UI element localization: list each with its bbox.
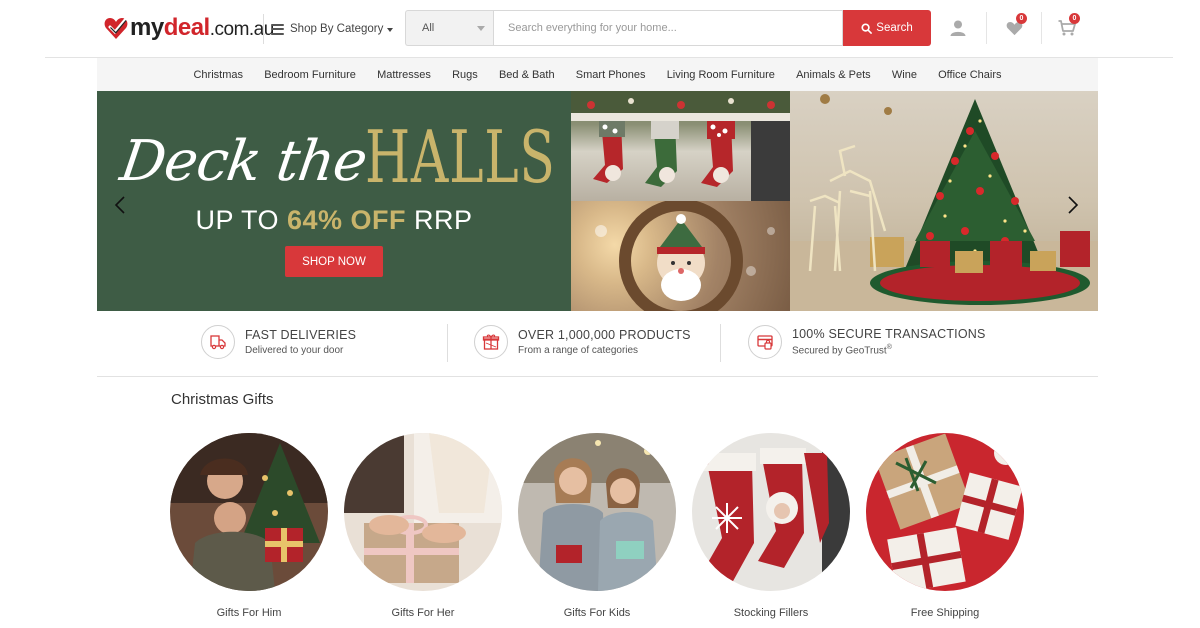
gift-category-label: Stocking Fillers (733, 607, 809, 619)
search-bar: All Search (405, 10, 931, 46)
feature-divider (720, 324, 721, 362)
nav-item-bed-bath[interactable]: Bed & Bath (488, 69, 565, 81)
free-shipping-photo (866, 433, 1024, 591)
registered-mark: ® (886, 344, 892, 352)
section-divider (97, 376, 1098, 377)
christmas-tree-photo (790, 91, 1098, 311)
feature-title: OVER 1,000,000 PRODUCTS (518, 328, 691, 342)
christmas-stockings-photo (571, 91, 790, 201)
gift-category-free-shipping[interactable]: Free Shipping (865, 433, 1025, 619)
feature-title: FAST DELIVERIES (245, 328, 357, 342)
gift-category-her[interactable]: Gifts For Her (343, 433, 503, 619)
carousel-next-arrow-icon[interactable] (1066, 195, 1080, 215)
feature-subtitle: Delivered to your door (245, 345, 344, 356)
feature-secure-transactions: 100% SECURE TRANSACTIONS Secured by GeoT… (748, 325, 986, 359)
search-button-label: Search (876, 22, 913, 34)
banner-headline: HALLS (365, 115, 556, 199)
gift-category-label: Free Shipping (910, 607, 980, 619)
banner-offer-percent: 64% OFF (287, 205, 407, 235)
shop-by-category-button[interactable]: Shop By Category (271, 19, 394, 39)
logo-text-tld: .com.au (209, 19, 275, 40)
gift-box-icon (482, 334, 500, 350)
feature-fast-deliveries: FAST DELIVERIES Delivered to your door (201, 325, 356, 359)
secure-card-icon (757, 335, 773, 350)
banner-promo-panel: Deck the HALLS UP TO 64% OFF RRP SHOP NO… (97, 91, 571, 311)
account-button[interactable] (944, 14, 972, 42)
delivery-truck-icon (210, 335, 226, 350)
gift-category-stocking-fillers[interactable]: Stocking Fillers (691, 433, 851, 619)
feature-title: 100% SECURE TRANSACTIONS (792, 327, 986, 342)
wishlist-button[interactable]: 0 (1000, 13, 1028, 42)
feature-subtitle: From a range of categories (518, 345, 639, 356)
feature-icon-circle (201, 325, 235, 359)
header-separator (1041, 12, 1042, 44)
user-icon (950, 20, 966, 36)
feature-divider (447, 324, 448, 362)
header-divider (263, 14, 264, 44)
search-input[interactable] (493, 10, 843, 46)
gift-category-label: Gifts For Him (216, 607, 282, 619)
christmas-wreath-photo (571, 201, 790, 311)
nav-item-wine[interactable]: Wine (881, 69, 927, 81)
logo-text-my: my (130, 14, 164, 41)
feature-products: OVER 1,000,000 PRODUCTS From a range of … (474, 325, 691, 359)
search-category-value: All (422, 22, 435, 34)
search-icon (861, 22, 873, 34)
hamburger-menu-icon (271, 23, 284, 35)
select-caret-icon (477, 25, 485, 31)
carousel-prev-arrow-icon[interactable] (113, 195, 127, 215)
gift-category-label: Gifts For Kids (563, 607, 631, 619)
gift-category-kids[interactable]: Gifts For Kids (517, 433, 677, 619)
nav-item-mattresses[interactable]: Mattresses (367, 69, 442, 81)
cart-count-badge: 0 (1069, 13, 1080, 24)
hero-banner[interactable]: Deck the HALLS UP TO 64% OFF RRP SHOP NO… (97, 91, 1098, 311)
feature-icon-circle (748, 325, 782, 359)
logo-text-deal: deal (163, 14, 211, 41)
nav-item-christmas[interactable]: Christmas (183, 69, 254, 81)
nav-item-office-chairs[interactable]: Office Chairs (928, 69, 1013, 81)
gifts-for-kids-photo (518, 433, 676, 591)
header-separator (986, 12, 987, 44)
features-strip: FAST DELIVERIES Delivered to your door O… (97, 320, 1098, 376)
nav-item-animals-pets[interactable]: Animals & Pets (786, 69, 882, 81)
heart-check-logo-icon (104, 18, 128, 39)
site-header: mydeal.com.au Shop By Category All Searc… (0, 0, 1200, 57)
banner-offer-prefix: UP TO (195, 205, 287, 235)
feature-subtitle: Secured by GeoTrust® (792, 344, 986, 356)
nav-item-rugs[interactable]: Rugs (441, 69, 488, 81)
feature-subtitle-text: Secured by GeoTrust (792, 345, 887, 357)
search-category-select[interactable]: All (405, 10, 493, 46)
wishlist-count-badge: 0 (1016, 13, 1027, 24)
search-button[interactable]: Search (843, 10, 931, 46)
gifts-for-him-photo (170, 433, 328, 591)
gift-category-him[interactable]: Gifts For Him (169, 433, 329, 619)
banner-offer-suffix: RRP (406, 205, 473, 235)
banner-offer-text: UP TO 64% OFF RRP (97, 205, 571, 236)
shop-now-button[interactable]: SHOP NOW (285, 246, 383, 277)
nav-item-living-room-furniture[interactable]: Living Room Furniture (656, 69, 785, 81)
gift-category-label: Gifts For Her (391, 607, 455, 619)
chevron-down-icon (387, 27, 394, 32)
shop-by-category-label: Shop By Category (290, 23, 384, 35)
banner-script-text: Deck the (116, 129, 371, 194)
feature-icon-circle (474, 325, 508, 359)
nav-item-bedroom-furniture[interactable]: Bedroom Furniture (254, 69, 367, 81)
christmas-gifts-heading: Christmas Gifts (171, 391, 274, 408)
category-nav: Christmas Bedroom Furniture Mattresses R… (97, 58, 1098, 91)
stocking-fillers-photo (692, 433, 850, 591)
cart-button[interactable]: 0 (1053, 13, 1081, 42)
nav-item-smart-phones[interactable]: Smart Phones (565, 69, 656, 81)
gifts-for-her-photo (344, 433, 502, 591)
site-logo[interactable]: mydeal.com.au (104, 13, 274, 43)
